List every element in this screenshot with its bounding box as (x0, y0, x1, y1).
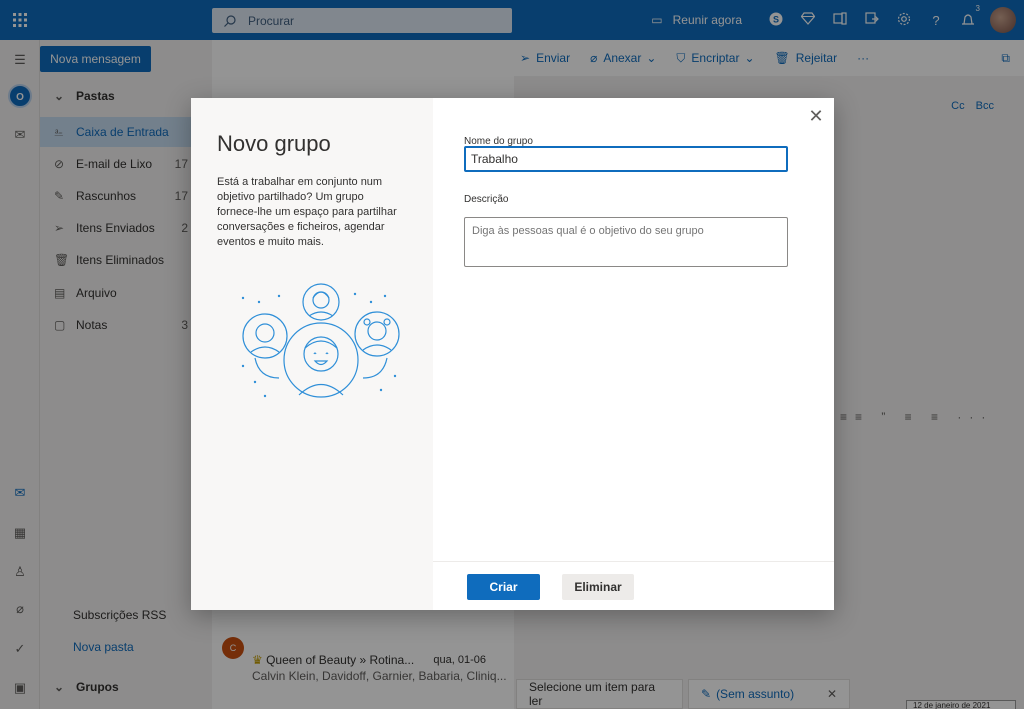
group-illustration (241, 283, 400, 398)
new-group-dialog: Novo grupo Está a trabalhar em conjunto … (191, 98, 834, 610)
create-button[interactable]: Criar (467, 574, 540, 600)
discard-button[interactable]: Eliminar (562, 574, 634, 600)
dialog-title: Novo grupo (217, 131, 331, 156)
dialog-info-panel: Novo grupo Está a trabalhar em conjunto … (191, 98, 433, 610)
dialog-description: Está a trabalhar em conjunto num objetiv… (217, 176, 397, 248)
dialog-footer: Criar Eliminar (433, 561, 834, 610)
close-icon[interactable]: ✕ (804, 106, 828, 130)
group-name-input[interactable] (464, 146, 788, 172)
group-description-label: Descrição (464, 194, 509, 205)
group-description-input[interactable] (464, 217, 788, 267)
